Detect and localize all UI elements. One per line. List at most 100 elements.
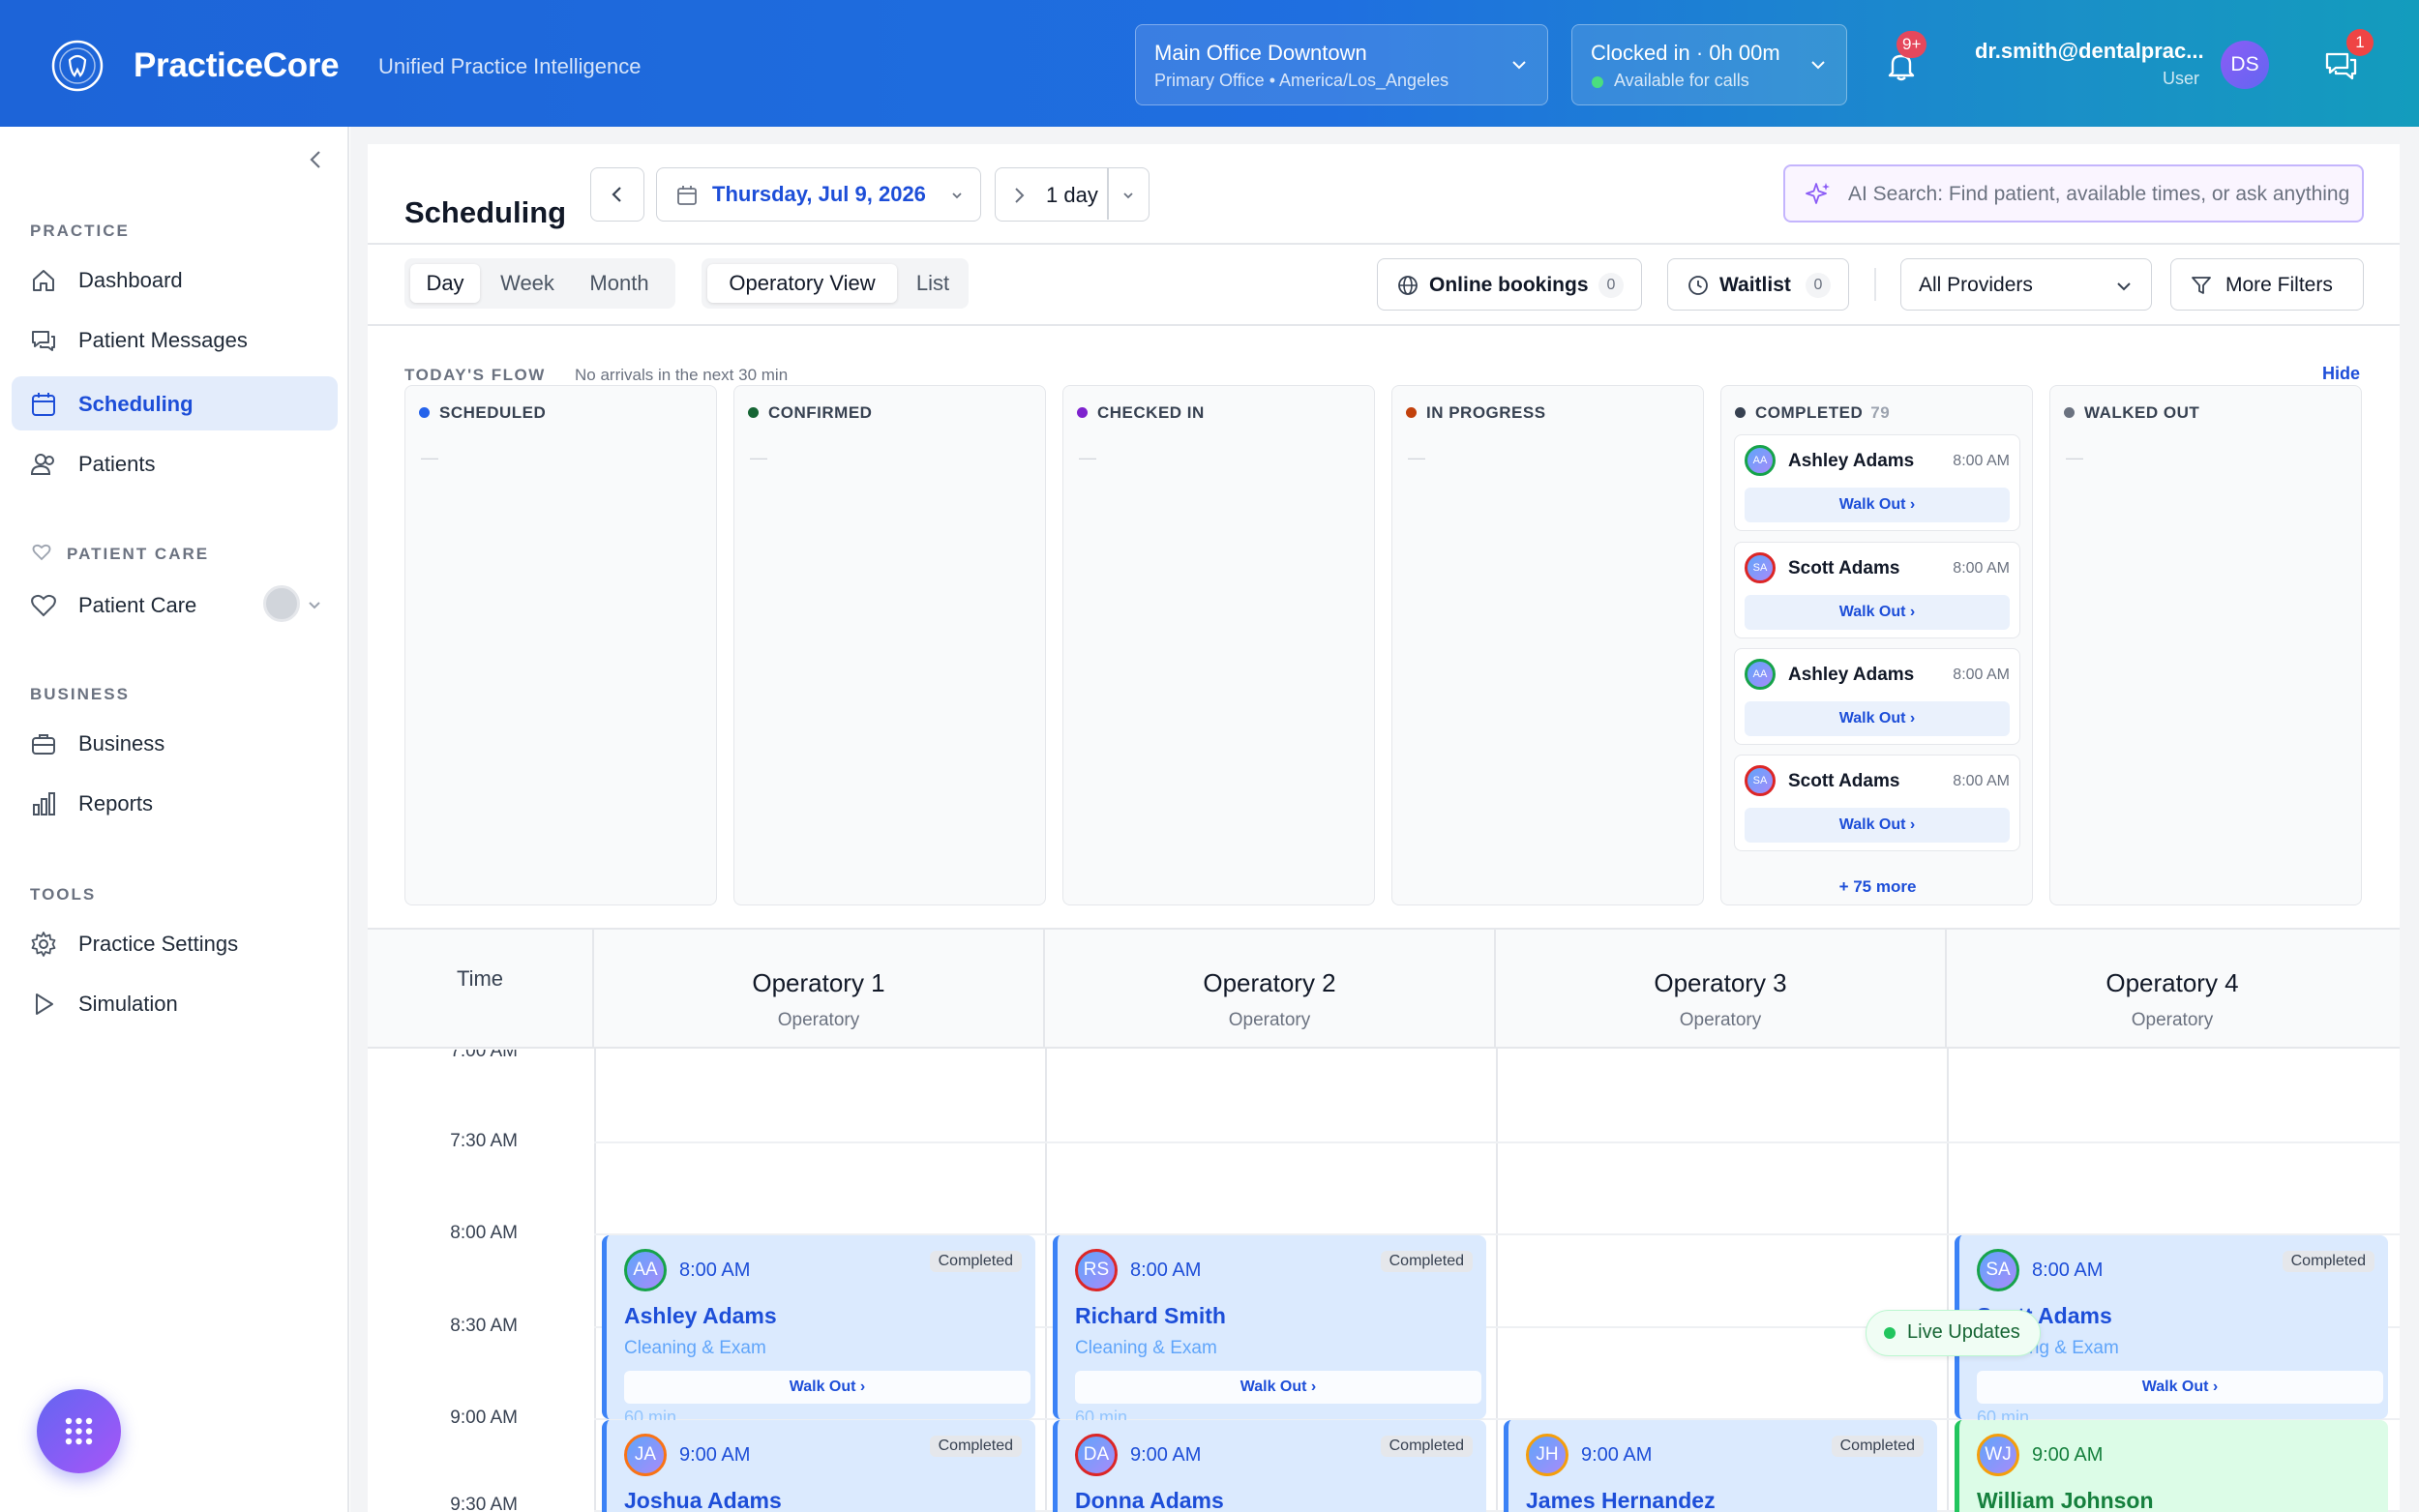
- appointment-card[interactable]: JH 9:00 AM Completed James Hernandez: [1504, 1420, 1937, 1512]
- time-slot-clip: 9:30 AM: [368, 1495, 594, 1512]
- appointment-time: 8:00 AM: [1953, 773, 2010, 789]
- tab-day[interactable]: Day: [410, 264, 480, 303]
- walk-out-button[interactable]: Walk Out ›: [624, 1371, 1030, 1404]
- calendar-icon: [32, 393, 55, 416]
- office-detail: Primary Office • America/Los_Angeles: [1154, 71, 1449, 90]
- flow-column-header: SCHEDULED: [419, 403, 546, 423]
- appointment-card[interactable]: AA 8:00 AM Completed Ashley Adams Cleani…: [602, 1235, 1035, 1427]
- sidebar-item-patients[interactable]: Patients: [12, 436, 338, 490]
- time-label: 7:30 AM: [450, 1131, 518, 1151]
- operatory-header[interactable]: Operatory 3 Operatory: [1496, 928, 1947, 1049]
- flow-card[interactable]: AA Ashley Adams 8:00 AM Walk Out ›: [1734, 434, 2020, 531]
- sidebar-item-practice-settings[interactable]: Practice Settings: [12, 916, 338, 970]
- tab-week[interactable]: Week: [490, 264, 565, 303]
- live-updates-label: Live Updates: [1907, 1321, 2020, 1343]
- office-selector[interactable]: Main Office Downtown Primary Office • Am…: [1135, 24, 1548, 105]
- status-dot: [1406, 407, 1417, 418]
- status-dot: [419, 407, 430, 418]
- appointment-time: 8:00 AM: [1130, 1260, 1202, 1281]
- ai-search-input[interactable]: AI Search: Find patient, available times…: [1783, 164, 2364, 222]
- tab-list[interactable]: List: [903, 264, 963, 303]
- live-updates-indicator[interactable]: Live Updates: [1866, 1310, 2041, 1356]
- operatory-type: Operatory: [777, 1010, 860, 1030]
- apps-launcher-button[interactable]: [37, 1389, 121, 1473]
- operatory-type: Operatory: [1228, 1010, 1311, 1030]
- more-filters-button[interactable]: More Filters: [2170, 258, 2364, 311]
- tab-month[interactable]: Month: [571, 264, 668, 303]
- operatory-header[interactable]: Operatory 4 Operatory: [1947, 928, 2398, 1049]
- sidebar-item-dashboard[interactable]: Dashboard: [12, 252, 338, 307]
- providers-select[interactable]: All Providers: [1900, 258, 2152, 311]
- collapse-sidebar-icon[interactable]: [305, 148, 328, 171]
- chevron-down-icon[interactable]: [1121, 189, 1135, 202]
- sidebar-item-business[interactable]: Business: [12, 716, 338, 770]
- sidebar-item-scheduling[interactable]: Scheduling: [12, 376, 338, 430]
- online-bookings-button[interactable]: Online bookings 0: [1377, 258, 1642, 311]
- tooth-logo-icon[interactable]: [50, 39, 105, 93]
- hide-flow-link[interactable]: Hide: [2322, 364, 2360, 384]
- walk-out-button[interactable]: Walk Out ›: [1745, 808, 2010, 843]
- sidebar-item-simulation[interactable]: Simulation: [12, 976, 338, 1030]
- sidebar-item-label: Patient Messages: [78, 328, 248, 352]
- time-label: 8:30 AM: [450, 1316, 518, 1336]
- walk-out-button[interactable]: Walk Out ›: [1977, 1371, 2383, 1404]
- avatar: AA: [1745, 445, 1776, 476]
- sparkle-icon: [1806, 183, 1830, 204]
- status-badge: Completed: [1831, 1436, 1924, 1457]
- sidebar-item-patient-messages[interactable]: Patient Messages: [12, 312, 338, 367]
- walk-out-button[interactable]: Walk Out ›: [1745, 488, 2010, 522]
- mode-switcher: Operatory View List: [702, 258, 969, 309]
- chevron-right-icon[interactable]: [1009, 186, 1029, 205]
- operatory-header[interactable]: Operatory 1 Operatory: [594, 928, 1045, 1049]
- user-avatar[interactable]: DS: [2221, 41, 2269, 89]
- sidebar-item-label: Reports: [78, 791, 154, 815]
- grid-line: [594, 1049, 596, 1512]
- clock-icon: [1688, 276, 1708, 295]
- tab-operatory-view[interactable]: Operatory View: [707, 264, 897, 303]
- date-picker[interactable]: Thursday, Jul 9, 2026: [656, 167, 981, 222]
- brand-name[interactable]: PracticeCore: [134, 46, 340, 85]
- range-selector[interactable]: 1 day: [995, 167, 1150, 222]
- clock-status-selector[interactable]: Clocked in · 0h 00m Available for calls: [1571, 24, 1847, 105]
- patient-care-toggle[interactable]: [263, 585, 300, 622]
- show-more-link[interactable]: + 75 more: [1721, 877, 2034, 897]
- sidebar-item-reports[interactable]: Reports: [12, 776, 338, 830]
- users-icon: [30, 454, 54, 475]
- appointment-time: 9:00 AM: [679, 1444, 751, 1466]
- flow-subtitle: No arrivals in the next 30 min: [575, 366, 789, 384]
- patient-name: Donna Adams: [1075, 1488, 1224, 1512]
- flow-card[interactable]: AA Ashley Adams 8:00 AM Walk Out ›: [1734, 648, 2020, 745]
- user-email[interactable]: dr.smith@dentalprac...: [1975, 39, 2204, 64]
- sidebar-item-patient-care[interactable]: Patient Care: [12, 578, 338, 632]
- main-area: Scheduling Thursday, Jul 9, 2026 1 day A…: [350, 127, 2419, 1512]
- walk-out-button[interactable]: Walk Out ›: [1745, 701, 2010, 736]
- procedure-name: Cleaning & Exam: [1075, 1338, 1217, 1358]
- walk-out-button[interactable]: Walk Out ›: [1745, 595, 2010, 630]
- grid-line: [594, 1141, 2400, 1143]
- flow-column-scheduled: SCHEDULED —: [404, 385, 717, 905]
- waitlist-button[interactable]: Waitlist 0: [1667, 258, 1849, 311]
- operatory-header[interactable]: Operatory 2 Operatory: [1045, 928, 1496, 1049]
- range-value: 1 day: [1046, 183, 1098, 207]
- procedure-name: Cleaning & Exam: [624, 1338, 766, 1358]
- appointment-card[interactable]: JA 9:00 AM Completed Joshua Adams: [602, 1420, 1035, 1512]
- waitlist-label: Waitlist: [1719, 274, 1791, 296]
- grid-line: [1496, 1049, 1498, 1512]
- ai-search-placeholder: AI Search: Find patient, available times…: [1848, 183, 2350, 205]
- appointment-card[interactable]: DA 9:00 AM Completed Donna Adams: [1053, 1420, 1486, 1512]
- patient-name: Richard Smith: [1075, 1303, 1226, 1328]
- time-column-header: Time: [368, 928, 594, 1049]
- online-bookings-count: 0: [1598, 273, 1624, 298]
- time-slot-clip: 7:00 AM: [368, 1050, 594, 1067]
- sidebar-item-label: Patients: [78, 452, 156, 476]
- flow-column-title: WALKED OUT: [2084, 403, 2200, 422]
- chevron-down-icon[interactable]: [307, 597, 322, 612]
- flow-card[interactable]: SA Scott Adams 8:00 AM Walk Out ›: [1734, 542, 2020, 638]
- flow-card[interactable]: SA Scott Adams 8:00 AM Walk Out ›: [1734, 755, 2020, 851]
- appointment-card[interactable]: WJ 9:00 AM William Johnson: [1955, 1420, 2388, 1512]
- walk-out-button[interactable]: Walk Out ›: [1075, 1371, 1481, 1404]
- appointment-card[interactable]: RS 8:00 AM Completed Richard Smith Clean…: [1053, 1235, 1486, 1427]
- prev-day-button[interactable]: [590, 167, 644, 222]
- patient-name: James Hernandez: [1526, 1488, 1716, 1512]
- sidebar-item-label: Business: [78, 731, 165, 756]
